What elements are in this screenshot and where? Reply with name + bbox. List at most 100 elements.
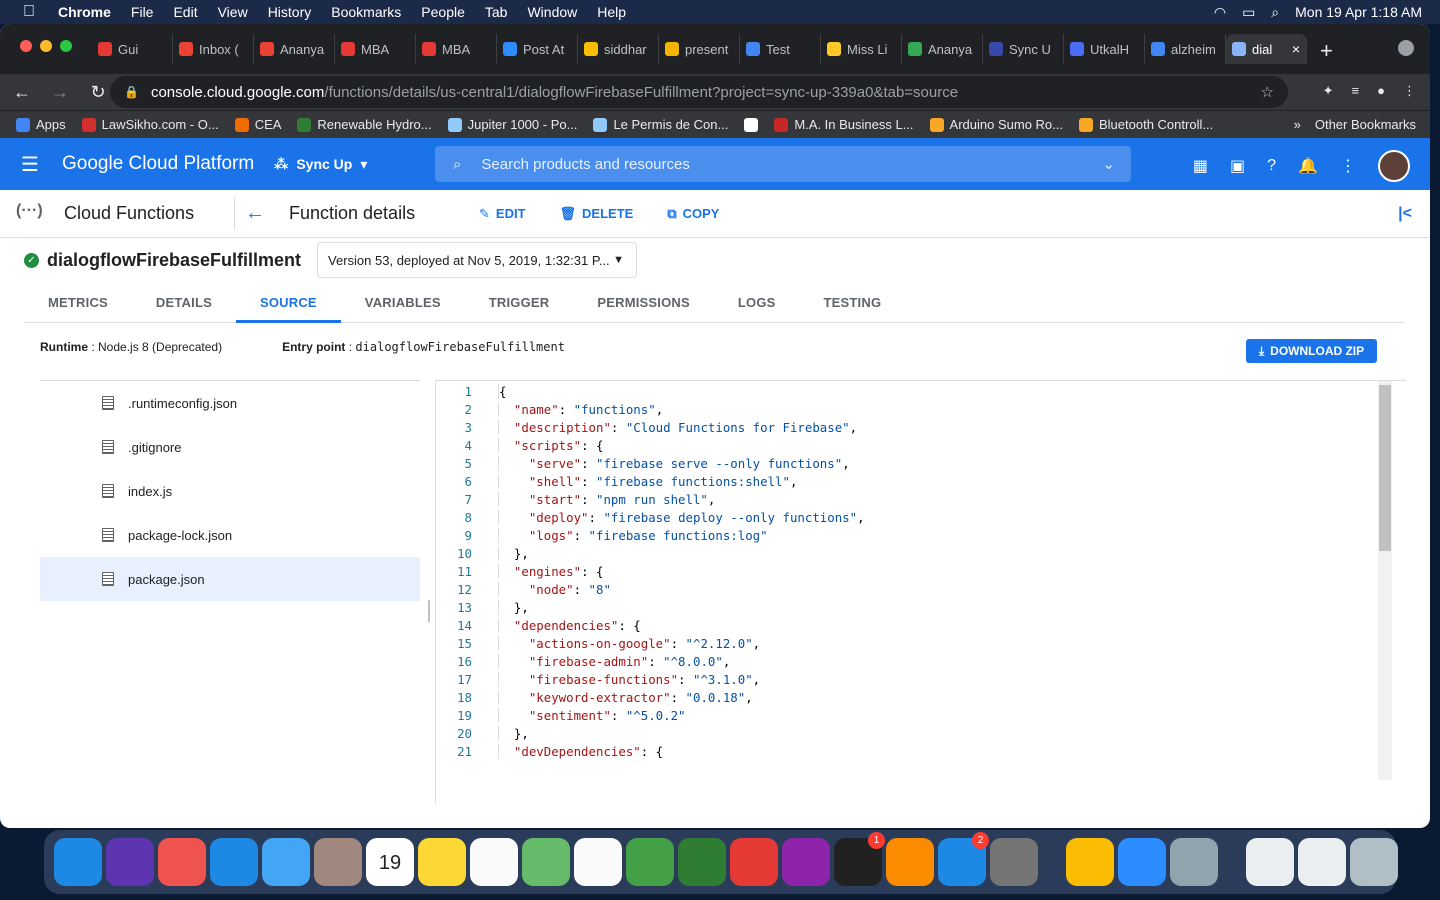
browser-tab[interactable]: Inbox (	[173, 34, 254, 64]
back-icon[interactable]: ←	[6, 82, 38, 103]
media-icon[interactable]: ≡	[1352, 83, 1360, 99]
browser-tab[interactable]: Miss Li	[821, 34, 902, 64]
close-window-button[interactable]	[20, 40, 32, 52]
help-icon[interactable]: ?	[1267, 157, 1276, 175]
chevron-down-icon[interactable]: ⌄	[1102, 155, 1115, 173]
bookmark-item[interactable]: Le Permis de Con...	[593, 117, 728, 132]
browser-tab[interactable]: Post At	[497, 34, 578, 64]
cloud-shell-icon[interactable]: ▣	[1230, 156, 1245, 176]
minimize-window-button[interactable]	[40, 40, 52, 52]
tab-permissions[interactable]: PERMISSIONS	[573, 290, 714, 323]
menu-help[interactable]: Help	[597, 4, 626, 20]
browser-tab[interactable]: present	[659, 34, 740, 64]
tab-variables[interactable]: VARIABLES	[341, 290, 465, 323]
chrome-icon[interactable]	[1066, 838, 1114, 886]
bookmark-item[interactable]: Apps	[16, 117, 66, 132]
file-item[interactable]: package.json	[40, 557, 420, 601]
photos-icon[interactable]	[574, 838, 622, 886]
file-item[interactable]: .runtimeconfig.json	[40, 381, 420, 425]
browser-tab[interactable]: Test	[740, 34, 821, 64]
music-icon[interactable]	[730, 838, 778, 886]
zoom-icon[interactable]	[1118, 838, 1166, 886]
edit-button[interactable]: ✎ EDIT	[479, 206, 526, 222]
maps-icon[interactable]	[522, 838, 570, 886]
apple-icon[interactable]: 	[0, 3, 58, 21]
tab-trigger[interactable]: TRIGGER	[465, 290, 574, 323]
wifi-icon[interactable]: ◠	[1214, 4, 1226, 21]
settings-icon[interactable]	[990, 838, 1038, 886]
collapse-panel-icon[interactable]: |<	[1398, 205, 1412, 223]
bookmark-item[interactable]: LawSikho.com - O...	[81, 117, 219, 132]
facetime-icon[interactable]	[678, 838, 726, 886]
notes-icon[interactable]	[418, 838, 466, 886]
pdf-file-icon[interactable]	[1298, 838, 1346, 886]
reminders-icon[interactable]	[470, 838, 518, 886]
browser-tab[interactable]: Gui	[92, 34, 173, 64]
bookmark-item[interactable]: M.A. In Business L...	[774, 117, 914, 132]
bookmark-item[interactable]: Bluetooth Controll...	[1079, 117, 1213, 132]
calendar-icon[interactable]: 19	[366, 838, 414, 886]
menu-icon[interactable]: ☰	[0, 152, 60, 177]
bookmark-star-icon[interactable]: ☆	[1261, 83, 1274, 101]
tab-details[interactable]: DETAILS	[132, 290, 236, 323]
close-tab-icon[interactable]: ×	[1292, 41, 1300, 57]
menu-history[interactable]: History	[268, 4, 312, 20]
tab-logs[interactable]: LOGS	[714, 290, 800, 323]
menu-people[interactable]: People	[421, 4, 465, 20]
version-select[interactable]: Version 53, deployed at Nov 5, 2019, 1:3…	[317, 242, 638, 278]
download-zip-button[interactable]: ⤓ DOWNLOAD ZIP	[1246, 339, 1377, 363]
menu-tab[interactable]: Tab	[485, 4, 508, 20]
browser-tab[interactable]: MBA	[416, 34, 497, 64]
project-selector[interactable]: ⁂ Sync Up ▾	[274, 156, 367, 173]
menu-chrome[interactable]: Chrome	[58, 4, 111, 20]
browser-tab[interactable]: Ananya	[902, 34, 983, 64]
quicktime-icon[interactable]	[1170, 838, 1218, 886]
mail-icon[interactable]	[262, 838, 310, 886]
launchpad-icon[interactable]	[158, 838, 206, 886]
siri-icon[interactable]	[106, 838, 154, 886]
new-tab-button[interactable]: +	[1320, 38, 1333, 64]
menu-window[interactable]: Window	[527, 4, 577, 20]
avatar[interactable]	[1378, 150, 1410, 182]
bookmark-item[interactable]: Jupiter 1000 - Po...	[447, 117, 577, 132]
resize-handle[interactable]	[428, 600, 430, 622]
menu-view[interactable]: View	[218, 4, 248, 20]
code-editor[interactable]: 1{2 "name": "functions", 3 "description":…	[436, 380, 1406, 780]
podcasts-icon[interactable]	[782, 838, 830, 886]
back-arrow-icon[interactable]: ←	[245, 202, 269, 225]
tab-search-button[interactable]	[1398, 40, 1414, 56]
bookmark-item[interactable]: Arduino Sumo Ro...	[929, 117, 1063, 132]
tv-icon[interactable]: 1	[834, 832, 885, 886]
bookmark-item[interactable]	[744, 117, 759, 132]
bookmark-item[interactable]: CEA	[234, 117, 281, 132]
books-icon[interactable]	[886, 838, 934, 886]
browser-tab[interactable]: Ananya	[254, 34, 335, 64]
trash-icon[interactable]	[1350, 838, 1398, 886]
search-bar[interactable]: ⌕ Search products and resources ⌄	[435, 146, 1131, 182]
zip-file-icon[interactable]	[1246, 838, 1294, 886]
address-bar[interactable]: 🔒 console.cloud.google.com/functions/det…	[110, 76, 1288, 108]
other-bookmarks[interactable]: Other Bookmarks	[1315, 117, 1416, 132]
battery-icon[interactable]: ▭	[1242, 4, 1255, 21]
chrome-menu-icon[interactable]: ⋮	[1403, 83, 1416, 99]
gcp-logo[interactable]: Google Cloud Platform	[62, 153, 274, 175]
browser-tab[interactable]: Sync U	[983, 34, 1064, 64]
search-icon[interactable]: ⌕	[1271, 4, 1279, 21]
gift-icon[interactable]: ▦	[1193, 156, 1208, 176]
more-icon[interactable]: ⋮	[1340, 156, 1356, 176]
overflow-chevron-icon[interactable]: »	[1294, 117, 1301, 132]
messages-icon[interactable]	[626, 838, 674, 886]
browser-tab[interactable]: dial ×	[1226, 34, 1307, 64]
tab-source[interactable]: SOURCE	[235, 290, 341, 323]
browser-tab[interactable]: UtkalH	[1064, 34, 1145, 64]
profile-icon[interactable]: ●	[1377, 83, 1385, 99]
browser-tab[interactable]: siddhar	[578, 34, 659, 64]
scrollbar-thumb[interactable]	[1379, 385, 1391, 551]
editor-scrollbar[interactable]	[1378, 381, 1392, 780]
forward-icon[interactable]: →	[44, 82, 76, 103]
tab-testing[interactable]: TESTING	[800, 290, 906, 323]
clock[interactable]: Mon 19 Apr 1:18 AM	[1295, 4, 1422, 20]
appstore-icon[interactable]: 2	[938, 832, 989, 886]
file-item[interactable]: package-lock.json	[40, 513, 420, 557]
lock-icon[interactable]: 🔒	[124, 85, 139, 99]
